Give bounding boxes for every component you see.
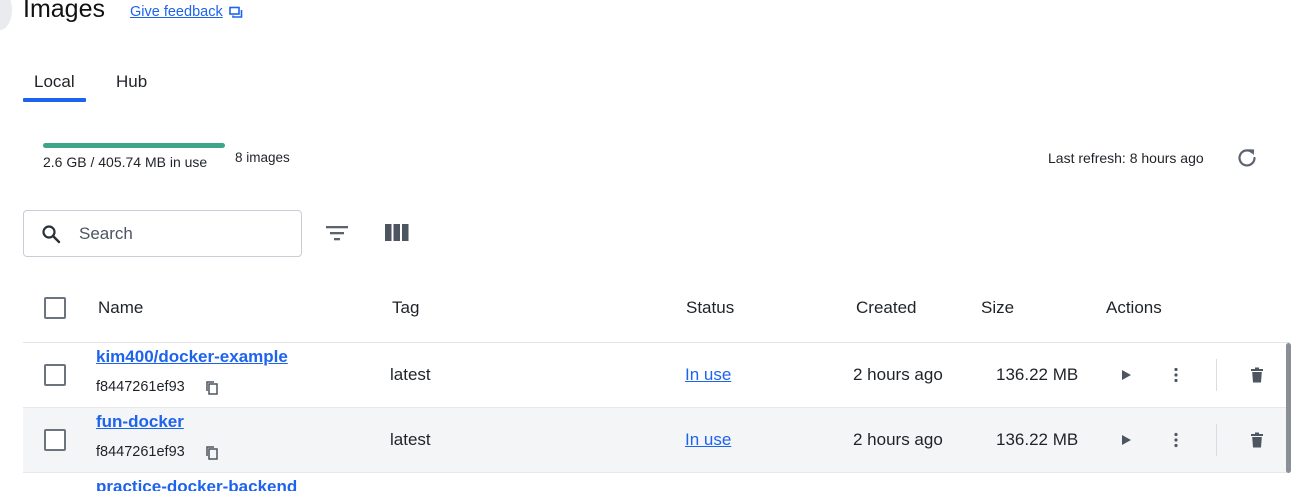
column-header-name[interactable]: Name (98, 297, 143, 319)
search-box[interactable] (23, 210, 302, 257)
more-options-button[interactable] (1165, 429, 1187, 451)
image-created: 2 hours ago (853, 430, 943, 449)
more-options-button[interactable] (1165, 364, 1187, 386)
table-scrollbar[interactable] (1286, 343, 1291, 473)
row-checkbox[interactable] (44, 364, 66, 386)
trash-icon (1251, 432, 1263, 448)
refresh-icon (1238, 149, 1256, 167)
image-count: 8 images (235, 150, 290, 165)
give-feedback-link[interactable]: Give feedback (130, 4, 243, 20)
column-header-status[interactable]: Status (686, 297, 734, 319)
column-header-tag[interactable]: Tag (392, 297, 419, 319)
filter-button[interactable] (323, 221, 351, 245)
image-created: 2 hours ago (853, 365, 943, 384)
sidebar-edge (0, 0, 12, 30)
search-icon (42, 224, 61, 243)
table-row[interactable] (23, 408, 1290, 473)
run-button[interactable] (1115, 364, 1137, 386)
image-id: f8447261ef93 (96, 444, 185, 460)
filter-icon (326, 226, 348, 241)
disk-usage-text: 2.6 GB / 405.74 MB in use (43, 154, 208, 170)
run-button[interactable] (1115, 429, 1137, 451)
play-icon (1122, 370, 1131, 380)
refresh-button[interactable] (1235, 146, 1259, 170)
column-header-size[interactable]: Size (981, 297, 1014, 319)
copy-icon (206, 446, 218, 460)
copy-id-button[interactable] (204, 445, 220, 461)
image-tag: latest (390, 365, 431, 384)
disk-usage-bar (43, 143, 225, 148)
tab-local[interactable]: Local (34, 70, 75, 94)
delete-button[interactable] (1246, 429, 1268, 451)
column-header-actions: Actions (1106, 298, 1162, 317)
copy-id-button[interactable] (204, 380, 220, 396)
image-size: 136.22 MB (996, 365, 1079, 384)
columns-icon (385, 224, 409, 241)
row-checkbox[interactable] (44, 429, 66, 451)
more-vertical-icon (1174, 432, 1178, 448)
image-size: 136.22 MB (996, 430, 1079, 449)
more-vertical-icon (1174, 367, 1178, 383)
image-name-link[interactable]: practice-docker-backend (96, 477, 297, 491)
search-input[interactable] (79, 223, 279, 244)
active-tab-indicator (23, 98, 86, 102)
image-tag: latest (390, 430, 431, 449)
copy-icon (206, 381, 218, 395)
status-in-use-link[interactable]: In use (685, 365, 731, 385)
tab-hub[interactable]: Hub (116, 70, 147, 94)
play-icon (1122, 435, 1131, 445)
action-divider (1216, 424, 1217, 456)
select-all-checkbox[interactable] (44, 297, 66, 319)
action-divider (1216, 359, 1217, 391)
page-title: Images (23, 0, 105, 23)
last-refresh-text: Last refresh: 8 hours ago (1048, 150, 1204, 166)
image-id: f8447261ef93 (96, 379, 185, 395)
feedback-icon (228, 6, 243, 18)
columns-button[interactable] (384, 221, 410, 245)
give-feedback-label: Give feedback (130, 4, 223, 20)
column-header-created[interactable]: Created (856, 297, 916, 319)
trash-icon (1251, 367, 1263, 383)
status-in-use-link[interactable]: In use (685, 430, 731, 450)
image-name-link[interactable]: fun-docker (96, 412, 184, 432)
delete-button[interactable] (1246, 364, 1268, 386)
image-name-link[interactable]: kim400/docker-example (96, 347, 288, 367)
